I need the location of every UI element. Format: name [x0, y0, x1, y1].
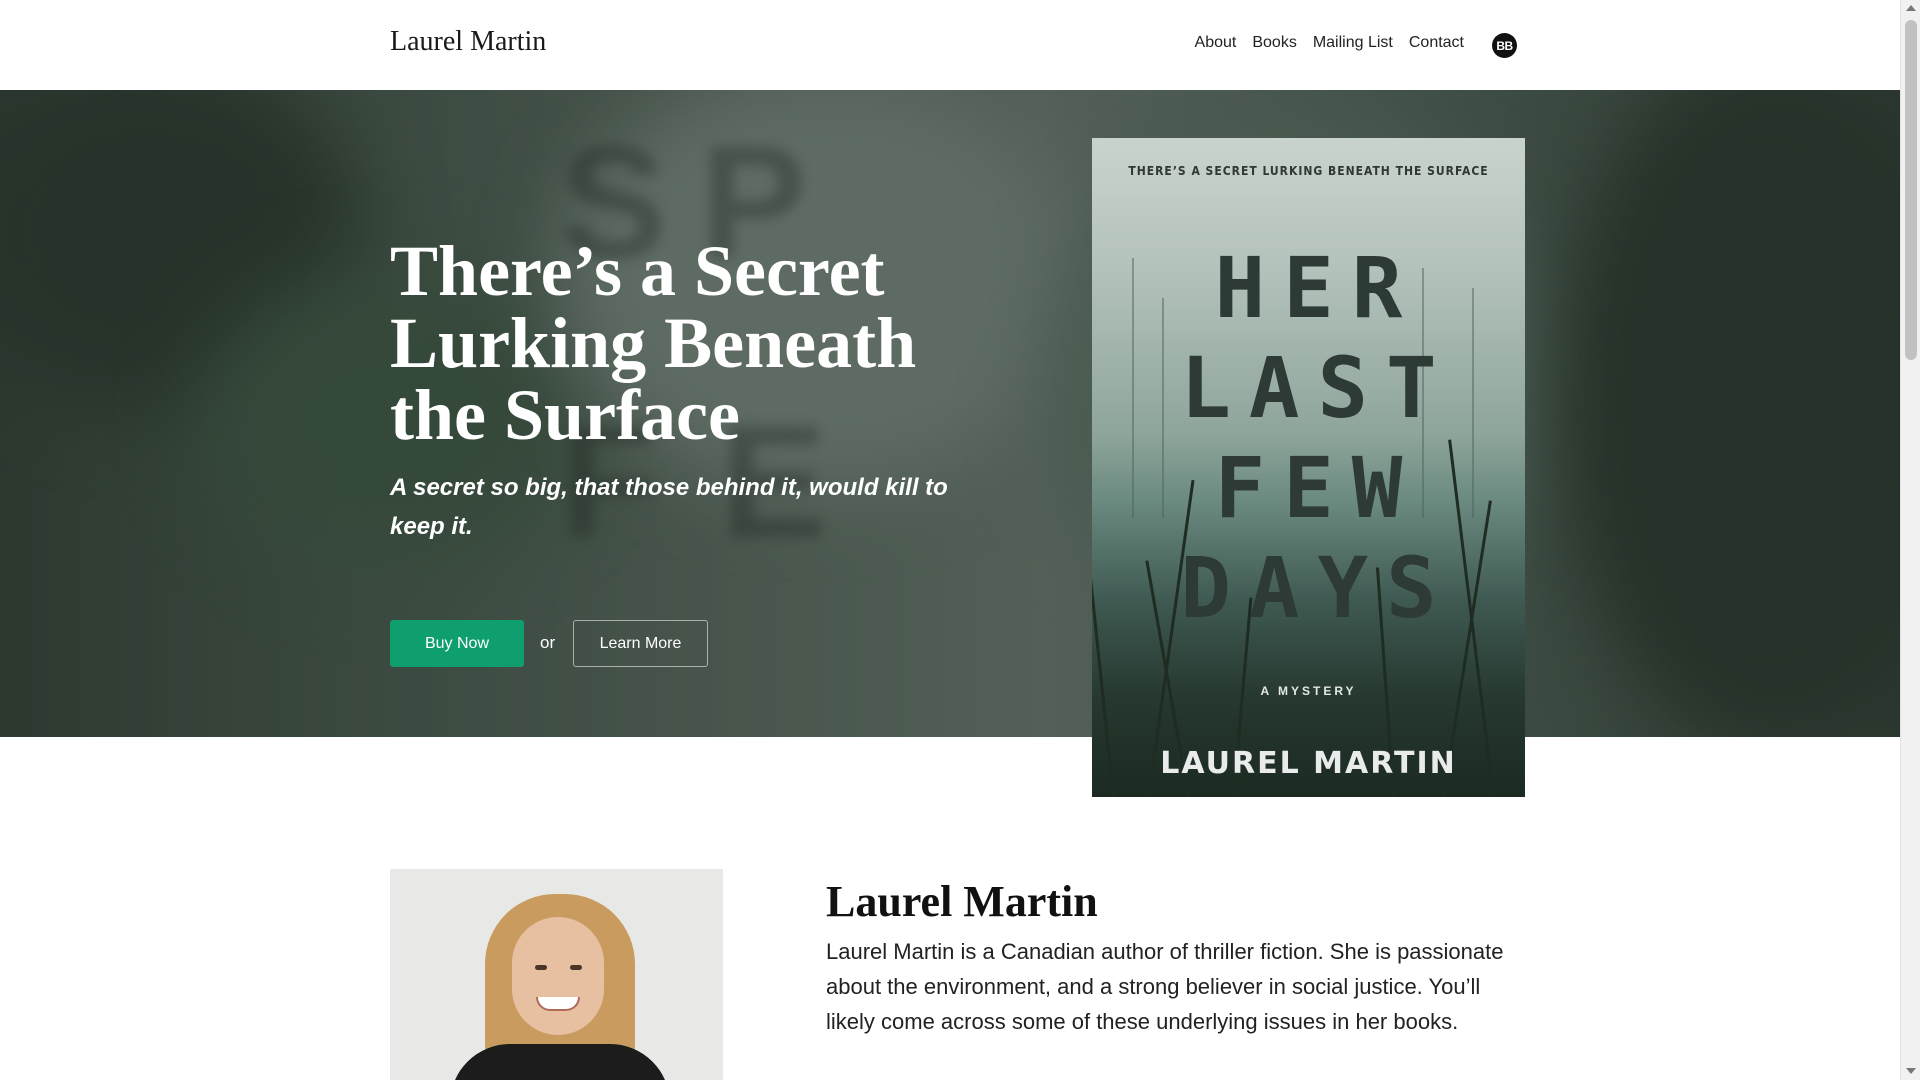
page-scrollbar[interactable] [1900, 0, 1920, 1080]
cover-title-line: HER [1214, 239, 1421, 337]
portrait-shirt [450, 1044, 670, 1080]
cover-author: LAUREL MARTIN [1160, 746, 1457, 781]
scroll-down-arrow-icon[interactable] [1906, 1068, 1916, 1074]
learn-more-button[interactable]: Learn More [573, 620, 708, 667]
scroll-up-arrow-icon[interactable] [1906, 5, 1916, 11]
nav-books[interactable]: Books [1252, 34, 1296, 52]
cover-title-line: FEW [1214, 439, 1421, 537]
nav-contact[interactable]: Contact [1409, 34, 1464, 52]
book-cover[interactable]: THERE’S A SECRET LURKING BENEATH THE SUR… [1092, 138, 1525, 797]
author-name: Laurel Martin [826, 877, 1098, 926]
cover-title-line: DAYS [1180, 539, 1455, 637]
portrait-eye [535, 965, 547, 970]
cover-title: HER LAST FEW DAYS [1092, 238, 1525, 638]
main-nav: About Books Mailing List Contact [1195, 34, 1464, 52]
portrait-eye [570, 965, 582, 970]
hero-banner: S P F E There’s a Secret Lurking Beneath… [0, 90, 1900, 737]
site-header: Laurel Martin About Books Mailing List C… [0, 0, 1900, 90]
hero-subtitle: A secret so big, that those behind it, w… [390, 474, 948, 540]
or-separator: or [540, 633, 556, 652]
author-bio: Laurel Martin is a Canadian author of th… [826, 939, 1504, 1034]
portrait-face [512, 917, 604, 1035]
scroll-thumb[interactable] [1905, 20, 1917, 360]
cover-title-line: LAST [1180, 339, 1455, 437]
buy-now-button[interactable]: Buy Now [390, 620, 524, 667]
author-photo [390, 869, 723, 1080]
cover-genre: A MYSTERY [1260, 684, 1357, 698]
nav-mailing-list[interactable]: Mailing List [1313, 34, 1393, 52]
cover-tagline: THERE’S A SECRET LURKING BENEATH THE SUR… [1128, 164, 1489, 178]
nav-about[interactable]: About [1195, 34, 1237, 52]
hero-title: There’s a Secret Lurking Beneath the Sur… [390, 231, 917, 455]
site-brand[interactable]: Laurel Martin [390, 26, 546, 58]
profile-icon[interactable]: BB [1492, 33, 1517, 58]
